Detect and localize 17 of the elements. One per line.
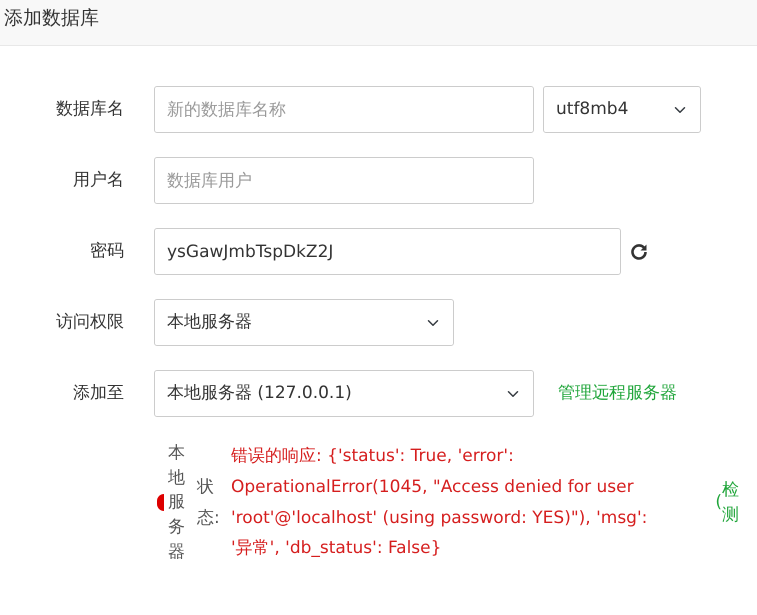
dropdown-select[interactable]: 本地服务器 — [154, 299, 454, 346]
refresh-icon[interactable] — [630, 242, 648, 260]
field-label: 密码 — [89, 240, 124, 263]
paren-text: ( — [715, 490, 722, 514]
text-field[interactable]: 数据库用户 — [154, 157, 534, 204]
text-field[interactable]: 新的数据库名称 — [154, 86, 534, 133]
dropdown-select[interactable]: 本地服务器 (127.0.0.1) — [154, 370, 534, 417]
field-label: 用户名 — [72, 168, 124, 192]
error-message: 错误的响应: {'status': True, 'error': OperationalError(1045, "Access denied for user 'root'@'localhost' (using password: YES)"), 'msg': '异常', 'db_status': False} — [231, 445, 648, 560]
status-label: 状态: — [197, 476, 221, 530]
dialog-title: 添加数据库 — [4, 7, 99, 29]
server-name: 本地服务器 — [168, 442, 185, 564]
field-label: 添加至 — [72, 382, 124, 405]
text-field[interactable]: ysGawJmbTspDkZ2J — [154, 228, 621, 275]
field-label: 访问权限 — [55, 310, 124, 334]
field-label: 数据库名 — [55, 98, 124, 121]
dropdown-select[interactable]: utf8mb4 — [543, 86, 701, 133]
